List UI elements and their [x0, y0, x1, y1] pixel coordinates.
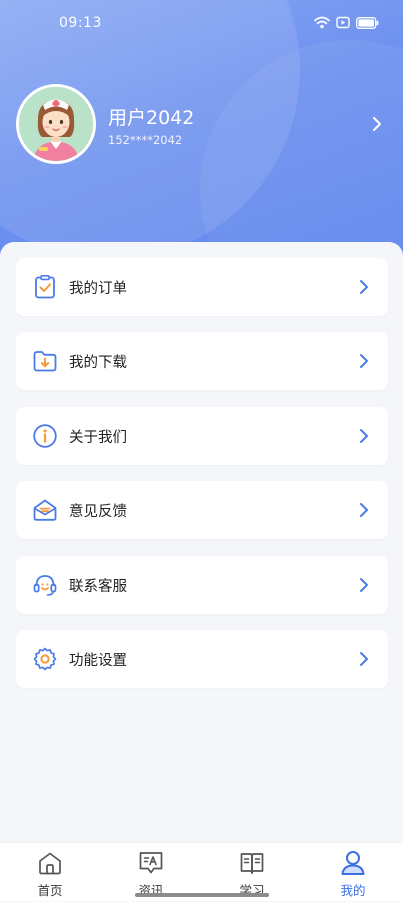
chevron-right-icon — [360, 428, 368, 443]
info-icon — [33, 424, 57, 448]
menu-item-label: 意见反馈 — [69, 504, 127, 521]
menu-item-label: 关于我们 — [69, 429, 127, 446]
home-icon — [39, 852, 61, 875]
chevron-right-icon — [360, 280, 368, 294]
download-folder-icon — [33, 351, 57, 372]
status-time: 09:13 — [59, 15, 102, 31]
battery-icon — [356, 16, 379, 29]
menu-list: 我的订单 我的下载 关于我们 意见反馈 联系客服 功能设置 — [16, 258, 388, 704]
customer-service-headset-icon — [33, 574, 57, 596]
menu-item-settings[interactable]: 功能设置 — [16, 629, 388, 688]
chevron-right-icon — [360, 651, 368, 666]
menu-item-label: 我的订单 — [69, 281, 127, 297]
wifi-icon — [314, 16, 330, 29]
menu-item-about-us[interactable]: 关于我们 — [16, 406, 388, 465]
menu-item-my-downloads[interactable]: 我的下载 — [16, 332, 388, 391]
status-icons — [314, 16, 379, 29]
settings-gear-icon — [33, 647, 57, 671]
tab-label: 首页 — [37, 883, 63, 898]
tab-label: 我的 — [340, 883, 366, 898]
order-clipboard-icon — [35, 274, 55, 299]
chevron-right-icon — [360, 577, 368, 592]
tab-profile[interactable]: 我的 — [303, 843, 403, 902]
menu-item-label: 功能设置 — [69, 652, 127, 669]
menu-item-feedback[interactable]: 意见反馈 — [16, 481, 388, 540]
nurse-avatar-illustration — [19, 87, 93, 161]
menu-item-label: 我的下载 — [69, 355, 127, 372]
chevron-right-icon[interactable] — [370, 114, 384, 134]
chevron-right-icon — [360, 503, 368, 518]
status-bar: 09:13 — [0, 0, 403, 48]
menu-item-contact-service[interactable]: 联系客服 — [16, 555, 388, 614]
news-icon — [139, 852, 163, 874]
home-indicator[interactable] — [135, 893, 269, 897]
username: 用户2042 — [108, 107, 195, 129]
chevron-right-icon — [360, 354, 368, 369]
feedback-envelope-icon — [33, 499, 57, 521]
menu-panel: 我的订单 我的下载 关于我们 意见反馈 联系客服 功能设置 — [0, 242, 403, 842]
menu-item-label: 联系客服 — [69, 578, 127, 595]
screen-record-icon — [336, 16, 350, 29]
tab-home[interactable]: 首页 — [0, 843, 100, 902]
study-book-icon — [240, 853, 264, 874]
menu-item-my-orders[interactable]: 我的订单 — [16, 258, 388, 316]
user-profile-row[interactable]: 用户2042 152****2042 — [16, 84, 388, 168]
profile-user-icon — [341, 851, 365, 875]
avatar[interactable] — [16, 84, 96, 164]
masked-phone-number: 152****2042 — [108, 133, 183, 147]
